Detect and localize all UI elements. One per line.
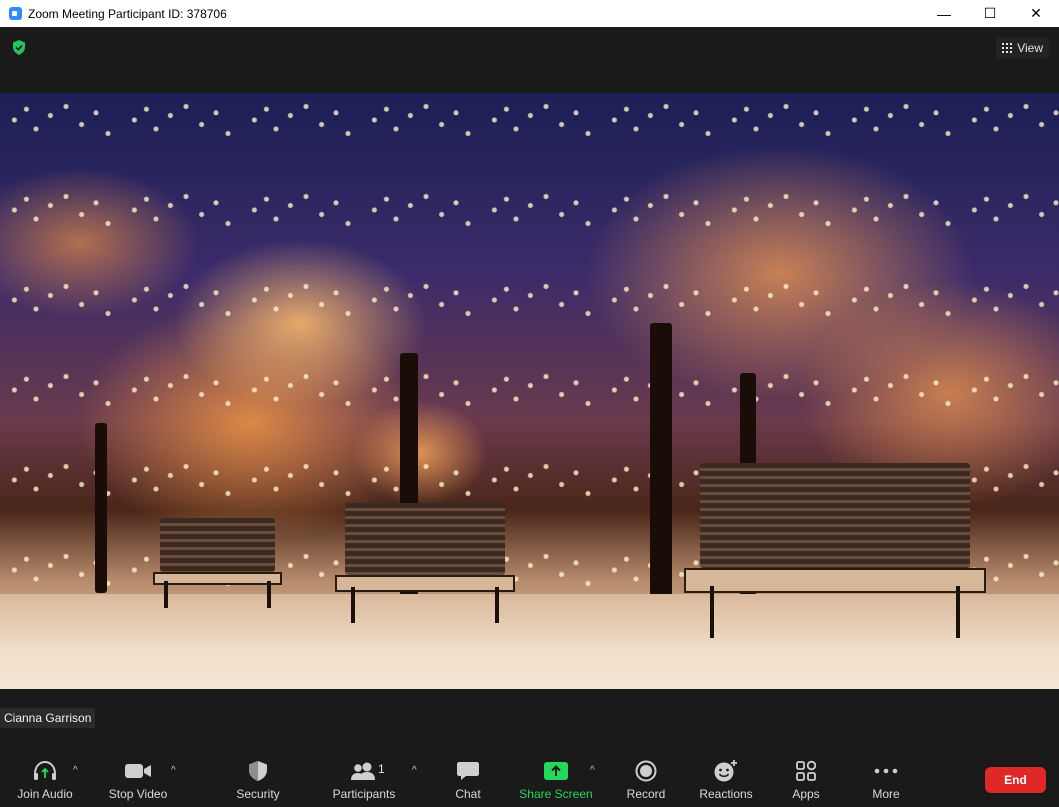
meeting-toolbar: Join Audio ^ Stop Video ^ Security Parti… [0, 755, 1059, 807]
view-button[interactable]: View [996, 37, 1049, 59]
record-button[interactable]: Record [624, 755, 668, 807]
security-shield-icon [248, 759, 268, 783]
security-label: Security [236, 787, 280, 801]
window-title: Zoom Meeting Participant ID: 378706 [28, 6, 227, 21]
smiley-plus-icon [713, 759, 739, 783]
participants-button[interactable]: Participants [330, 755, 398, 807]
more-button[interactable]: More [866, 755, 906, 807]
chat-label: Chat [455, 787, 481, 801]
more-label: More [872, 787, 900, 801]
close-button[interactable]: ✕ [1013, 0, 1059, 27]
window-controls: — ☐ ✕ [921, 0, 1059, 27]
share-screen-icon [543, 759, 569, 783]
tree-trunk [95, 423, 107, 593]
park-bench [153, 518, 282, 608]
share-screen-button[interactable]: Share Screen [518, 755, 594, 807]
minimize-button[interactable]: — [921, 0, 967, 27]
shield-check-icon[interactable] [12, 40, 26, 55]
reactions-button[interactable]: Reactions [698, 755, 754, 807]
stop-video-button[interactable]: Stop Video [106, 755, 170, 807]
maximize-button[interactable]: ☐ [967, 0, 1013, 27]
apps-label: Apps [792, 787, 820, 801]
participant-count: 1 [378, 762, 385, 776]
participants-options-caret[interactable]: ^ [412, 765, 417, 776]
more-dots-icon [874, 759, 898, 783]
video-options-caret[interactable]: ^ [171, 765, 176, 776]
end-meeting-button[interactable]: End [985, 767, 1046, 793]
tree-trunk [650, 323, 672, 603]
apps-icon [795, 759, 817, 783]
security-button[interactable]: Security [232, 755, 284, 807]
stop-video-label: Stop Video [108, 787, 168, 801]
record-label: Record [626, 787, 666, 801]
share-screen-label: Share Screen [519, 787, 593, 801]
view-label: View [1017, 41, 1043, 55]
meeting-area: View [0, 27, 1059, 757]
audio-options-caret[interactable]: ^ [73, 765, 78, 776]
video-camera-icon [124, 759, 152, 783]
participant-name-tag: Cianna Garrison [0, 708, 96, 728]
record-icon [635, 759, 657, 783]
participant-video[interactable] [0, 93, 1059, 689]
share-options-caret[interactable]: ^ [590, 765, 595, 776]
park-bench [683, 463, 987, 638]
participants-label: Participants [332, 787, 396, 801]
window-titlebar: Zoom Meeting Participant ID: 378706 — ☐ … [0, 0, 1059, 27]
chat-button[interactable]: Chat [450, 755, 486, 807]
join-audio-label: Join Audio [17, 787, 73, 801]
reactions-label: Reactions [699, 787, 753, 801]
participants-icon [350, 759, 378, 783]
park-bench [335, 503, 515, 623]
apps-button[interactable]: Apps [788, 755, 824, 807]
grid-icon [1002, 43, 1013, 53]
headphones-icon [32, 759, 58, 783]
join-audio-button[interactable]: Join Audio [14, 755, 76, 807]
zoom-app-icon [9, 7, 22, 20]
chat-bubble-icon [456, 759, 480, 783]
